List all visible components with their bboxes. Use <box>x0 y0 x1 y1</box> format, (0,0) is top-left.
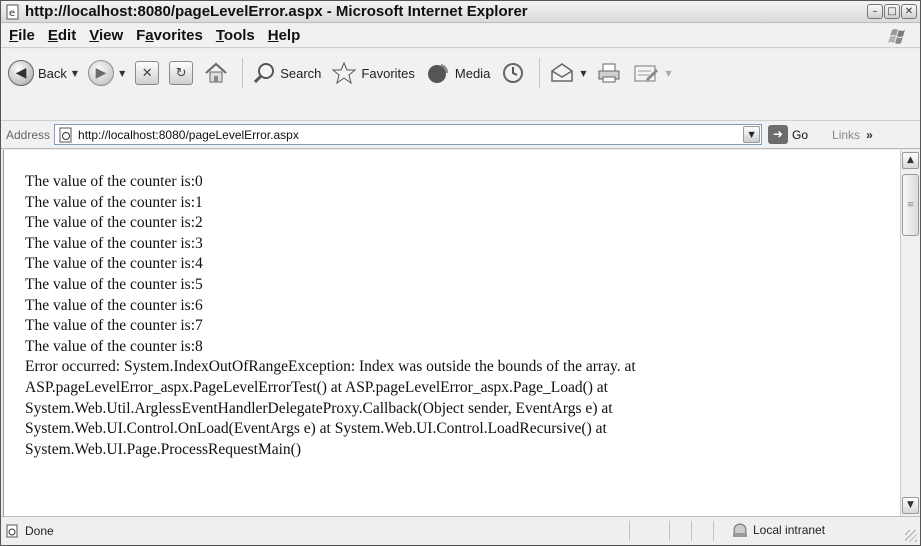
address-input[interactable]: http://localhost:8080/pageLevelError.asp… <box>54 124 763 145</box>
home-button[interactable] <box>200 56 232 90</box>
content-line: The value of the counter is:6 <box>25 296 203 314</box>
browser-window: e http://localhost:8080/pageLevelError.a… <box>0 0 921 546</box>
content-line: The value of the counter is:4 <box>25 255 203 273</box>
printer-icon <box>598 63 620 83</box>
edit-button[interactable]: ▼ <box>629 56 674 90</box>
forward-dropdown-icon[interactable]: ▼ <box>119 69 125 78</box>
menu-file[interactable]: File <box>9 27 35 44</box>
vertical-scrollbar[interactable]: ▲ ≡ ▼ <box>900 150 920 516</box>
media-button[interactable]: Media <box>422 56 493 90</box>
window-title: http://localhost:8080/pageLevelError.asp… <box>25 3 528 20</box>
forward-button[interactable]: ▶ ▼ <box>85 56 128 90</box>
menu-edit[interactable]: Edit <box>48 27 76 44</box>
title-bar: e http://localhost:8080/pageLevelError.a… <box>1 1 920 23</box>
intranet-icon <box>733 523 747 537</box>
favorites-button[interactable]: Favorites <box>328 56 417 90</box>
minimize-button[interactable]: – <box>867 4 883 19</box>
content-line: The value of the counter is:2 <box>25 214 203 232</box>
scroll-down-button[interactable]: ▼ <box>902 497 919 514</box>
standard-toolbar: ◀ Back ▼ ▶ ▼ ✕ ↻ Search Favorites Media … <box>1 49 920 121</box>
back-button[interactable]: ◀ Back ▼ <box>5 56 81 90</box>
content-line: The value of the counter is:3 <box>25 234 203 252</box>
go-button[interactable]: ➜ Go <box>768 125 808 144</box>
menu-view[interactable]: View <box>89 27 123 44</box>
stop-icon: ✕ <box>135 61 160 85</box>
forward-arrow-icon: ▶ <box>88 60 115 86</box>
refresh-button[interactable]: ↻ <box>166 56 196 90</box>
status-text: Done <box>25 524 54 538</box>
address-label: Address <box>6 127 51 142</box>
search-button[interactable]: Search <box>249 56 324 90</box>
status-bar: Done Local intranet <box>1 516 920 545</box>
links-button[interactable]: Links» <box>832 128 873 142</box>
content-line: Error occurred: System.IndexOutOfRangeEx… <box>25 358 636 376</box>
content-line: System.Web.UI.Page.ProcessRequestMain() <box>25 440 301 458</box>
content-line: The value of the counter is:5 <box>25 275 203 293</box>
resize-grip[interactable] <box>905 530 917 542</box>
search-icon <box>254 63 275 84</box>
scroll-up-button[interactable]: ▲ <box>902 152 919 169</box>
menu-favorites[interactable]: Favorites <box>136 27 203 44</box>
menu-bar: File Edit View Favorites Tools Help <box>1 24 920 48</box>
content-line: The value of the counter is:1 <box>25 193 203 211</box>
content-line: ASP.pageLevelError_aspx.PageLevelErrorTe… <box>25 378 608 396</box>
back-dropdown-icon[interactable]: ▼ <box>72 69 78 78</box>
page-done-icon <box>6 524 18 538</box>
media-icon <box>427 64 448 83</box>
refresh-icon: ↻ <box>169 61 194 85</box>
go-arrow-icon: ➜ <box>768 125 789 144</box>
chevron-right-icon: » <box>866 127 873 142</box>
content-line: System.Web.Util.ArglessEventHandlerDeleg… <box>25 399 613 417</box>
back-arrow-icon: ◀ <box>8 60 34 86</box>
history-button[interactable] <box>497 56 529 90</box>
status-divider <box>691 521 692 541</box>
address-bar: Address http://localhost:8080/pageLevelE… <box>1 121 920 149</box>
content-line: The value of the counter is:7 <box>25 317 203 335</box>
status-divider <box>669 521 670 541</box>
content-line: System.Web.UI.Control.OnLoad(EventArgs e… <box>25 420 607 438</box>
mail-icon <box>551 63 574 82</box>
page-content: The value of the counter is:0 The value o… <box>3 150 900 516</box>
edit-dropdown-icon[interactable]: ▼ <box>665 69 671 78</box>
stop-button[interactable]: ✕ <box>132 56 162 90</box>
star-icon <box>332 61 357 85</box>
windows-logo-icon <box>888 29 905 44</box>
scroll-thumb[interactable]: ≡ <box>902 174 919 236</box>
svg-text:e: e <box>9 8 15 19</box>
home-icon <box>205 62 227 83</box>
close-button[interactable]: ✕ <box>901 4 917 19</box>
status-divider <box>713 521 714 541</box>
edit-page-icon <box>634 65 659 82</box>
toolbar-separator <box>242 58 244 88</box>
window-controls: – □ ✕ <box>867 4 917 19</box>
menu-tools[interactable]: Tools <box>216 27 255 44</box>
content-line: The value of the counter is:0 <box>25 173 203 190</box>
mail-button[interactable]: ▼ <box>546 56 589 90</box>
security-zone: Local intranet <box>731 522 825 538</box>
history-icon <box>503 63 524 83</box>
ie-page-icon <box>59 127 72 142</box>
page-text: The value of the counter is:0 The value o… <box>25 172 636 460</box>
status-divider <box>629 521 630 541</box>
menu-help[interactable]: Help <box>268 27 301 44</box>
address-dropdown-button[interactable]: ▼ <box>743 126 761 143</box>
content-line: The value of the counter is:8 <box>25 337 203 355</box>
mail-dropdown-icon[interactable]: ▼ <box>580 69 586 78</box>
toolbar-separator <box>539 58 541 88</box>
ie-page-icon: e <box>6 4 19 19</box>
maximize-button[interactable]: □ <box>884 4 900 19</box>
print-button[interactable] <box>593 56 625 90</box>
address-url: http://localhost:8080/pageLevelError.asp… <box>78 127 299 142</box>
